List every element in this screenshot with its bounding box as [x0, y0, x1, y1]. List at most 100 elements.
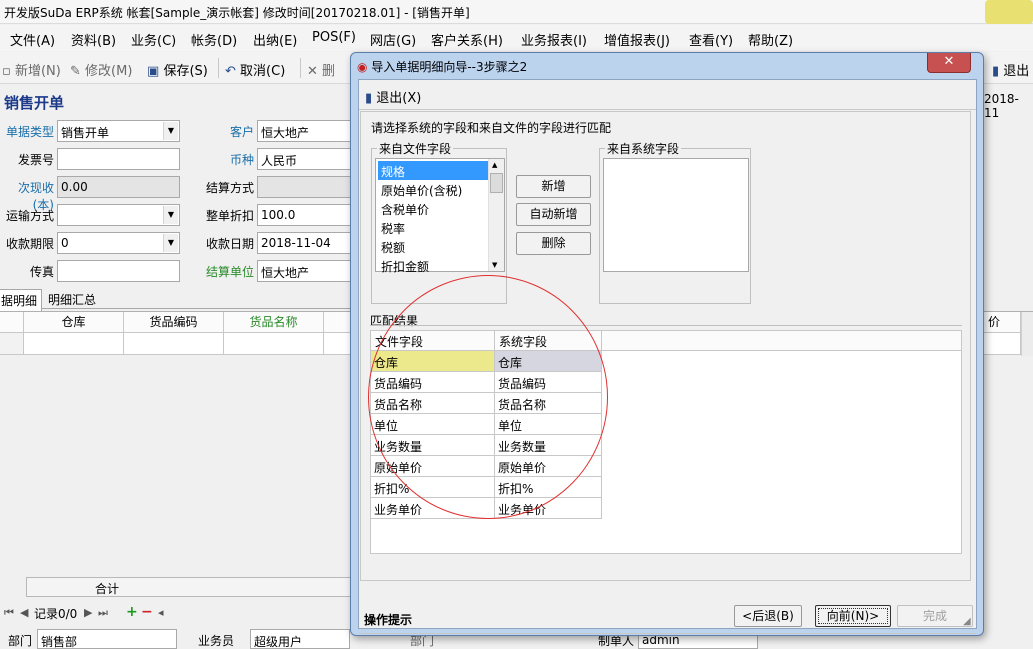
- first-record-icon[interactable]: ⏮: [4, 606, 14, 620]
- customer-field[interactable]: 恒大地产: [257, 120, 357, 142]
- exit-icon: ▮: [365, 91, 373, 106]
- transport-select[interactable]: ▼: [57, 204, 180, 226]
- add-field-button[interactable]: 新增: [516, 175, 591, 198]
- highlight-circle: [368, 275, 608, 519]
- grid-row[interactable]: [0, 333, 24, 355]
- doc-type-select[interactable]: 销售开单 ▼: [57, 120, 180, 142]
- list-item[interactable]: 含税单价: [378, 199, 491, 218]
- new-button[interactable]: ▫ 新增(N): [2, 60, 61, 79]
- chevron-down-icon: ▼: [163, 122, 178, 140]
- grid-cell[interactable]: [24, 333, 124, 355]
- next-record-icon[interactable]: ▶: [84, 606, 92, 619]
- fax-field[interactable]: [57, 260, 180, 282]
- menu-reports[interactable]: 业务报表(I): [521, 30, 587, 49]
- record-navigator: ⏮ ◀ 记录0/0 ▶ ⏭ + − ◂: [0, 604, 175, 622]
- grid-header-warehouse[interactable]: 仓库: [24, 312, 124, 333]
- hint-label: 操作提示: [364, 613, 413, 627]
- next-button[interactable]: 向前(N)>: [815, 605, 891, 627]
- list-item[interactable]: 规格: [378, 161, 491, 180]
- menu-cashier[interactable]: 出纳(E): [253, 30, 297, 49]
- system-fields-list[interactable]: [603, 158, 749, 272]
- due-field[interactable]: 2018-11-04: [257, 232, 357, 254]
- delete-button[interactable]: ✕ 删: [307, 60, 335, 79]
- settle-unit-label: 结算单位: [205, 265, 254, 279]
- tab-detail[interactable]: 据明细: [0, 289, 43, 311]
- menu-accounts[interactable]: 帐务(D): [191, 30, 237, 49]
- edit-button[interactable]: ✎ 修改(M): [70, 60, 132, 79]
- grid-scrollbar[interactable]: [1021, 312, 1033, 356]
- file-fields-label: 来自文件字段: [377, 140, 454, 157]
- menu-crm[interactable]: 客户关系(H): [431, 30, 503, 49]
- scroll-left-icon[interactable]: ◂: [158, 606, 164, 619]
- menu-help[interactable]: 帮助(Z): [748, 30, 793, 49]
- system-fields-group: 来自系统字段: [599, 140, 751, 304]
- undo-icon: ↶: [225, 64, 236, 79]
- salesman-field[interactable]: 超级用户: [250, 629, 350, 649]
- discount-field[interactable]: 100.0: [257, 204, 357, 226]
- menu-data[interactable]: 资料(B): [71, 30, 116, 49]
- save-button[interactable]: ▣ 保存(S): [147, 60, 208, 79]
- settle-label: 结算方式: [205, 181, 254, 195]
- term-select[interactable]: 0 ▼: [57, 232, 180, 254]
- system-fields-label: 来自系统字段: [605, 140, 682, 157]
- exit-icon: ▮: [992, 64, 1000, 79]
- chevron-down-icon: ▼: [163, 206, 178, 224]
- save-icon: ▣: [147, 64, 160, 79]
- menu-webstore[interactable]: 网店(G): [370, 30, 416, 49]
- dept-field[interactable]: 销售部: [37, 629, 177, 649]
- settle-field[interactable]: [257, 176, 357, 198]
- file-fields-list[interactable]: 规格 原始单价(含税) 含税单价 税率 税额 折扣金额 ▲ ▼: [375, 158, 505, 275]
- received-field: 0.00: [57, 176, 180, 198]
- last-record-icon[interactable]: ⏭: [98, 606, 108, 620]
- delete-field-button[interactable]: 删除: [516, 232, 591, 255]
- title-bar: 开发版SuDa ERP系统 帐套[Sample_演示帐套] 修改时间[20170…: [0, 0, 1033, 24]
- menu-value-reports[interactable]: 增值报表(J): [604, 30, 670, 49]
- currency-label: 币种: [229, 153, 254, 167]
- menu-bar: 文件(A) 资料(B) 业务(C) 帐务(D) 出纳(E) POS(F) 网店(…: [0, 25, 1033, 51]
- list-item[interactable]: 折扣金额: [378, 256, 491, 275]
- menu-pos[interactable]: POS(F): [312, 30, 356, 45]
- dialog-exit-button[interactable]: ▮ 退出(X): [365, 87, 421, 106]
- menu-view[interactable]: 查看(Y): [689, 30, 733, 49]
- close-button[interactable]: ✕: [927, 53, 971, 73]
- grid-cell[interactable]: [224, 333, 324, 355]
- list-item[interactable]: 原始单价(含税): [378, 180, 491, 199]
- prev-record-icon[interactable]: ◀: [20, 606, 28, 619]
- auto-add-button[interactable]: 自动新增: [516, 203, 591, 226]
- resize-grip-icon[interactable]: ◢: [963, 616, 971, 627]
- currency-field[interactable]: 人民币: [257, 148, 357, 170]
- chevron-down-icon: ▼: [163, 234, 178, 252]
- total-label: 合计: [95, 582, 120, 596]
- dialog-title: ◉ 导入单据明细向导--3步骤之2: [357, 60, 528, 74]
- term-label: 收款期限: [5, 237, 54, 251]
- list-scrollbar[interactable]: ▲ ▼: [488, 159, 504, 271]
- finish-button[interactable]: 完成: [897, 605, 973, 627]
- form-title: 销售开单: [4, 94, 65, 112]
- menu-file[interactable]: 文件(A): [10, 30, 55, 49]
- customer-label: 客户: [229, 125, 254, 139]
- detail-tabs: 据明细 明细汇总: [0, 287, 360, 311]
- grid-header-code[interactable]: 货品编码: [124, 312, 224, 333]
- menu-business[interactable]: 业务(C): [131, 30, 176, 49]
- record-counter: 记录0/0: [34, 607, 78, 621]
- cancel-button[interactable]: ↶ 取消(C): [225, 60, 285, 79]
- list-item[interactable]: 税额: [378, 237, 491, 256]
- salesman-label: 业务员: [198, 634, 235, 648]
- exit-button[interactable]: ▮ 退出: [992, 60, 1029, 79]
- transport-label: 运输方式: [5, 209, 54, 223]
- doc-type-label: 单据类型: [5, 125, 54, 139]
- back-button[interactable]: <后退(B): [734, 605, 802, 627]
- wizard-prompt: 请选择系统的字段和来自文件的字段进行匹配: [371, 121, 612, 135]
- invoice-field[interactable]: [57, 148, 180, 170]
- list-item[interactable]: 税率: [378, 218, 491, 237]
- dept-label: 部门: [8, 634, 33, 648]
- grid-cell[interactable]: [124, 333, 224, 355]
- app-icon: ◉: [357, 60, 368, 74]
- date-fragment: 2018-11: [984, 92, 1019, 120]
- settle-unit-field[interactable]: 恒大地产: [257, 260, 357, 282]
- remove-record-icon[interactable]: −: [141, 604, 153, 620]
- add-record-icon[interactable]: +: [126, 604, 138, 620]
- tab-summary[interactable]: 明细汇总: [44, 289, 100, 310]
- window-title: 开发版SuDa ERP系统 帐套[Sample_演示帐套] 修改时间[20170…: [4, 6, 470, 20]
- grid-header-name[interactable]: 货品名称: [224, 312, 324, 333]
